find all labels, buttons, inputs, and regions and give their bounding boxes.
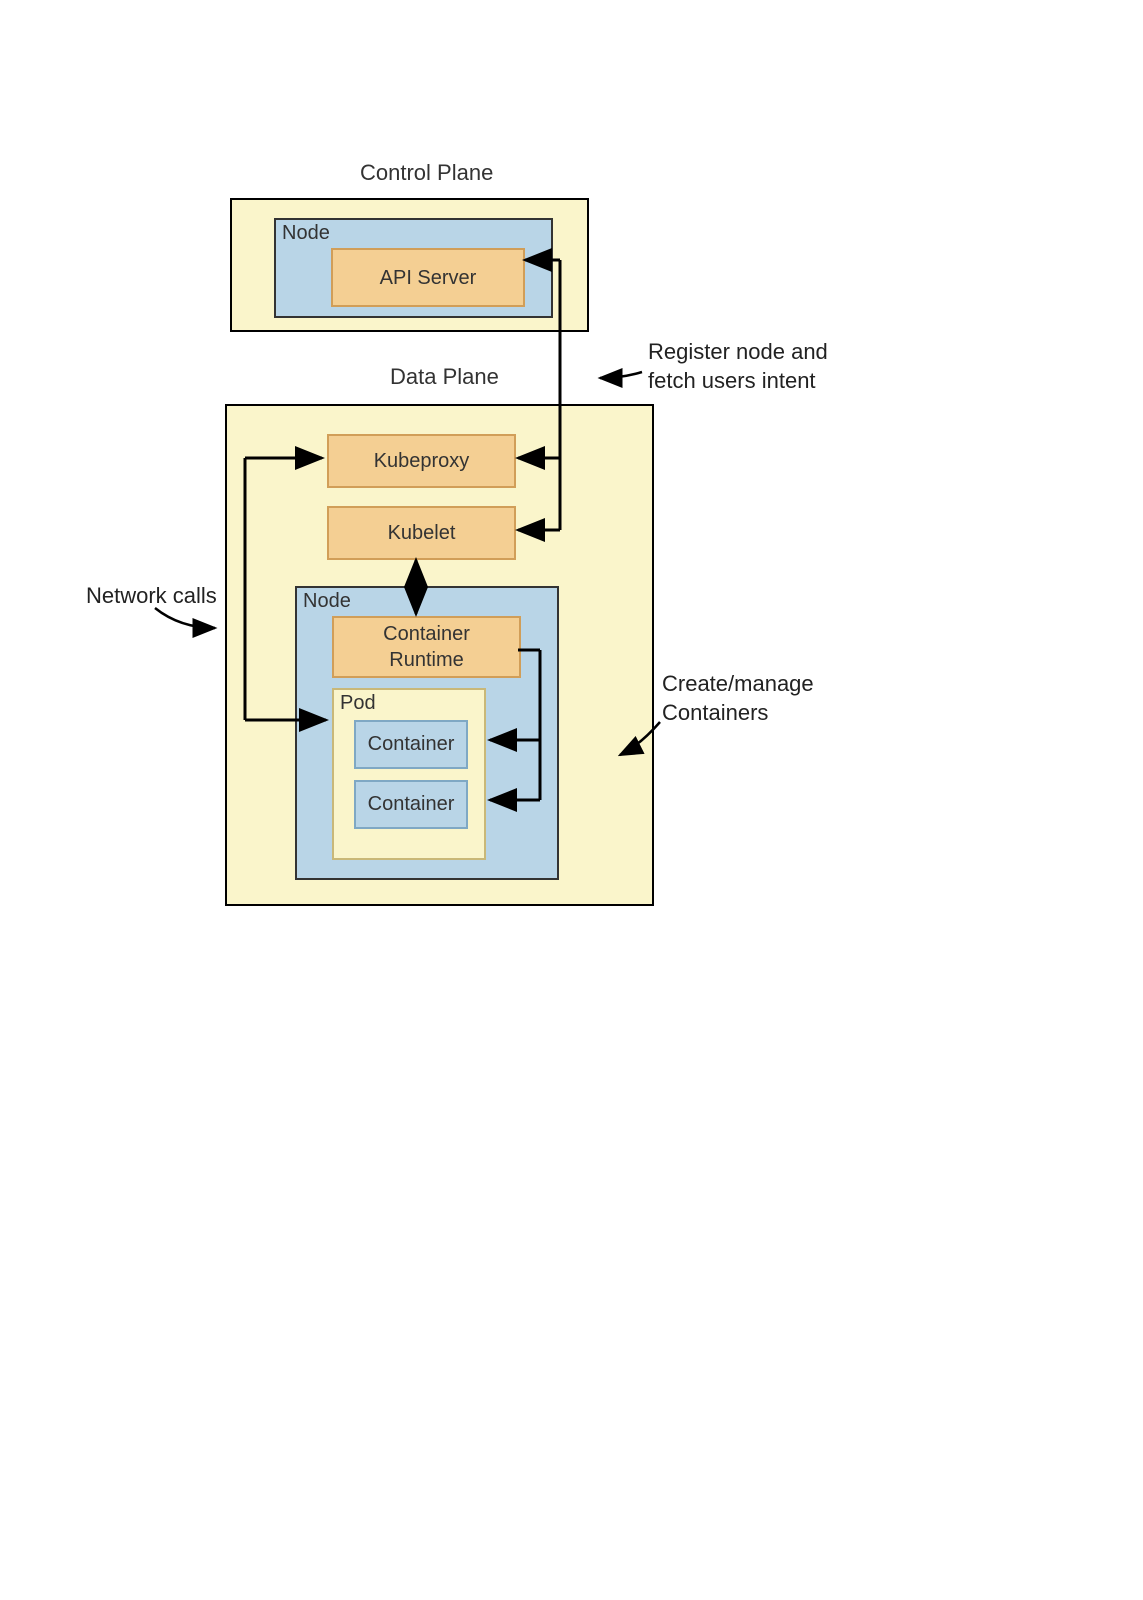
pod-label: Pod [340,692,376,715]
create-manage-annotation: Create/manage Containers [662,670,814,727]
control-plane-node-label: Node [282,222,330,245]
kubelet-box: Kubelet [327,506,516,560]
data-plane-node: Node Container Runtime Pod Container Con… [295,586,559,880]
data-plane-node-label: Node [303,590,351,613]
container-runtime-box: Container Runtime [332,616,521,678]
pod-box: Pod Container Container [332,688,486,860]
container2-box: Container [354,780,468,829]
kubeproxy-box: Kubeproxy [327,434,516,488]
register-annotation: Register node and fetch users intent [648,338,828,395]
data-plane-box: Kubeproxy Kubelet Node Container Runtime… [225,404,654,906]
api-server-box: API Server [331,248,525,307]
data-plane-title: Data Plane [390,364,499,390]
control-plane-box: Node API Server [230,198,589,332]
control-plane-title: Control Plane [360,160,493,186]
network-calls-annotation: Network calls [86,582,217,611]
container1-box: Container [354,720,468,769]
control-plane-node: Node API Server [274,218,553,318]
